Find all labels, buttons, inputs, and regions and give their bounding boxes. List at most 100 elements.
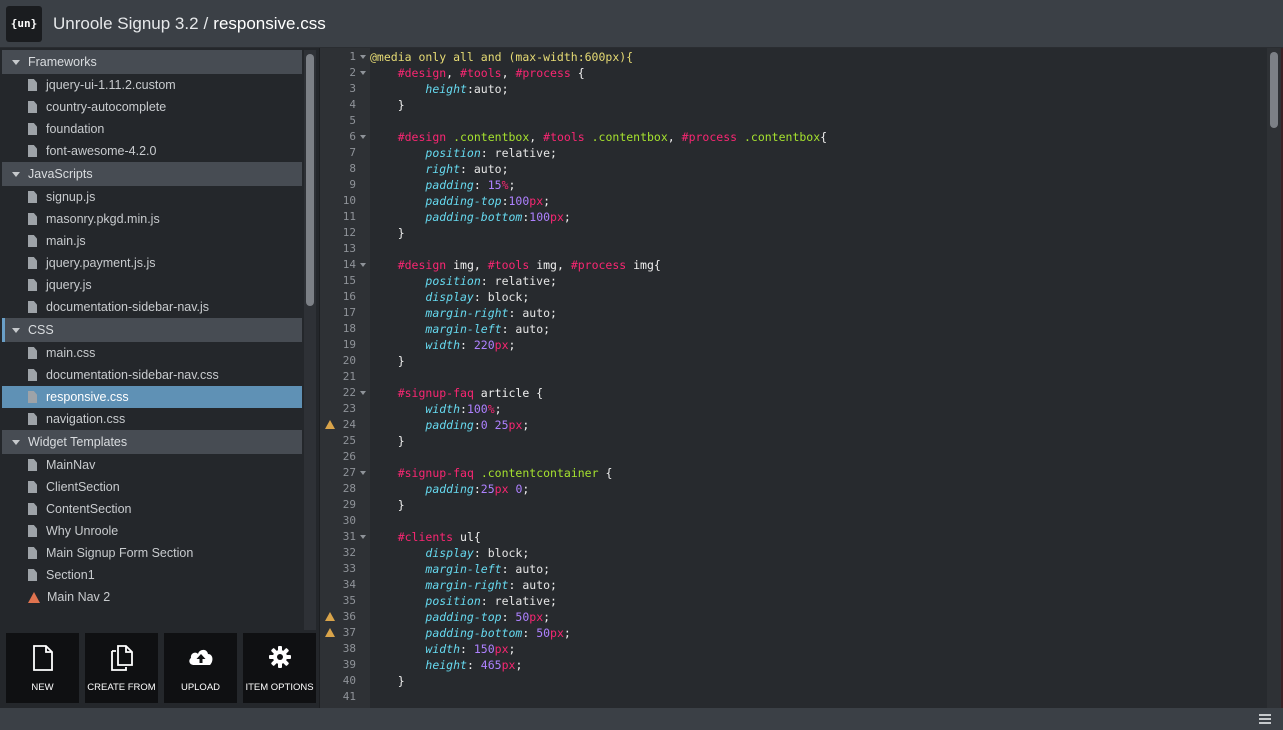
code-line[interactable]: padding-top:100px; (370, 193, 550, 209)
code-line[interactable]: height:auto; (370, 81, 508, 97)
editor-scrollbar-thumb[interactable] (1270, 52, 1278, 128)
code-line[interactable]: } (370, 97, 405, 113)
sidebar-file-item[interactable]: Main Nav 2 (2, 586, 302, 608)
gutter-line[interactable]: 22 (320, 385, 370, 401)
code-line[interactable]: margin-right: auto; (370, 305, 557, 321)
sidebar-file-item[interactable]: main.js (2, 230, 302, 252)
gutter-line[interactable]: 19 (320, 337, 370, 353)
sidebar-file-item[interactable]: jquery.js (2, 274, 302, 296)
gutter-line[interactable]: 4 (320, 97, 370, 113)
gutter-line[interactable]: 13 (320, 241, 370, 257)
code-area[interactable]: @media only all and (max-width:600px){ #… (370, 48, 1265, 708)
list-view-icon[interactable] (1259, 714, 1271, 724)
warning-icon[interactable] (325, 612, 335, 621)
code-line[interactable]: position: relative; (370, 145, 557, 161)
code-line[interactable]: width:100%; (370, 401, 501, 417)
gutter-line[interactable]: 40 (320, 673, 370, 689)
gutter-line[interactable]: 2 (320, 65, 370, 81)
gutter-line[interactable]: 26 (320, 449, 370, 465)
sidebar-file-item[interactable]: navigation.css (2, 408, 302, 430)
code-line[interactable]: margin-left: auto; (370, 561, 550, 577)
gutter-line[interactable]: 38 (320, 641, 370, 657)
code-line[interactable]: } (370, 225, 405, 241)
sidebar-scrollbar[interactable] (304, 50, 316, 630)
fold-toggle-icon[interactable] (360, 263, 366, 267)
gutter-line[interactable]: 32 (320, 545, 370, 561)
create-from-button[interactable]: CREATE FROM (85, 633, 158, 703)
gutter-line[interactable]: 36 (320, 609, 370, 625)
gutter-line[interactable]: 5 (320, 113, 370, 129)
upload-button[interactable]: UPLOAD (164, 633, 237, 703)
gutter-line[interactable]: 24 (320, 417, 370, 433)
code-line[interactable]: @media only all and (max-width:600px){ (370, 49, 633, 65)
code-line[interactable]: padding-bottom: 50px; (370, 625, 570, 641)
sidebar-file-item[interactable]: Why Unroole (2, 520, 302, 542)
sidebar-group-javascripts[interactable]: JavaScripts (2, 162, 302, 186)
editor-scrollbar[interactable] (1267, 48, 1281, 708)
code-line[interactable]: } (370, 497, 405, 513)
sidebar-file-item[interactable]: Section1 (2, 564, 302, 586)
gutter-line[interactable]: 30 (320, 513, 370, 529)
fold-toggle-icon[interactable] (360, 71, 366, 75)
gutter-line[interactable]: 21 (320, 369, 370, 385)
code-line[interactable]: width: 150px; (370, 641, 515, 657)
gutter-line[interactable]: 9 (320, 177, 370, 193)
new-button[interactable]: NEW (6, 633, 79, 703)
sidebar-file-item[interactable]: documentation-sidebar-nav.css (2, 364, 302, 386)
code-line[interactable]: display: block; (370, 545, 529, 561)
sidebar-file-item[interactable]: jquery.payment.js.js (2, 252, 302, 274)
gutter-line[interactable]: 39 (320, 657, 370, 673)
sidebar-file-item[interactable]: MainNav (2, 454, 302, 476)
sidebar-file-item[interactable]: signup.js (2, 186, 302, 208)
gutter-line[interactable]: 27 (320, 465, 370, 481)
code-line[interactable]: #design, #tools, #process { (370, 65, 585, 81)
code-line[interactable]: right: auto; (370, 161, 508, 177)
code-line[interactable]: #signup-faq .contentcontainer { (370, 465, 613, 481)
sidebar-file-item[interactable]: country-autocomplete (2, 96, 302, 118)
sidebar-file-item[interactable]: ClientSection (2, 476, 302, 498)
gutter-line[interactable]: 31 (320, 529, 370, 545)
code-line[interactable]: padding-top: 50px; (370, 609, 550, 625)
sidebar-file-item[interactable]: foundation (2, 118, 302, 140)
fold-toggle-icon[interactable] (360, 471, 366, 475)
gutter-line[interactable]: 3 (320, 81, 370, 97)
fold-toggle-icon[interactable] (360, 391, 366, 395)
sidebar-file-item[interactable]: ContentSection (2, 498, 302, 520)
gutter-line[interactable]: 25 (320, 433, 370, 449)
code-line[interactable]: } (370, 673, 405, 689)
sidebar-file-item[interactable]: masonry.pkgd.min.js (2, 208, 302, 230)
sidebar-file-item[interactable]: jquery-ui-1.11.2.custom (2, 74, 302, 96)
sidebar-file-item[interactable]: main.css (2, 342, 302, 364)
gutter-line[interactable]: 33 (320, 561, 370, 577)
sidebar-scrollbar-thumb[interactable] (306, 54, 314, 306)
sidebar-group-widget-templates[interactable]: Widget Templates (2, 430, 302, 454)
gutter-line[interactable]: 35 (320, 593, 370, 609)
code-line[interactable]: width: 220px; (370, 337, 515, 353)
sidebar-group-css[interactable]: CSS (2, 318, 302, 342)
code-line[interactable]: padding: 15%; (370, 177, 515, 193)
sidebar-file-item[interactable]: font-awesome-4.2.0 (2, 140, 302, 162)
code-line[interactable]: padding:0 25px; (370, 417, 529, 433)
sidebar-group-frameworks[interactable]: Frameworks (2, 50, 302, 74)
gutter-line[interactable]: 41 (320, 689, 370, 705)
warning-icon[interactable] (325, 420, 335, 429)
fold-toggle-icon[interactable] (360, 535, 366, 539)
gutter-line[interactable]: 23 (320, 401, 370, 417)
gutter-line[interactable]: 12 (320, 225, 370, 241)
app-logo[interactable]: {un} (6, 5, 42, 42)
project-name[interactable]: Unroole Signup 3.2 (53, 14, 199, 33)
gutter-line[interactable]: 28 (320, 481, 370, 497)
gutter-line[interactable]: 11 (320, 209, 370, 225)
gutter-line[interactable]: 1 (320, 49, 370, 65)
code-line[interactable]: #clients ul{ (370, 529, 481, 545)
code-line[interactable]: height: 465px; (370, 657, 522, 673)
code-line[interactable]: #design img, #tools img, #process img{ (370, 257, 661, 273)
gutter-line[interactable]: 29 (320, 497, 370, 513)
gutter-line[interactable]: 18 (320, 321, 370, 337)
gutter-line[interactable]: 10 (320, 193, 370, 209)
gutter-line[interactable]: 7 (320, 145, 370, 161)
code-line[interactable]: #design .contentbox, #tools .contentbox,… (370, 129, 827, 145)
gutter-line[interactable]: 8 (320, 161, 370, 177)
item-options-button[interactable]: ITEM OPTIONS (243, 633, 316, 703)
gutter-line[interactable]: 37 (320, 625, 370, 641)
